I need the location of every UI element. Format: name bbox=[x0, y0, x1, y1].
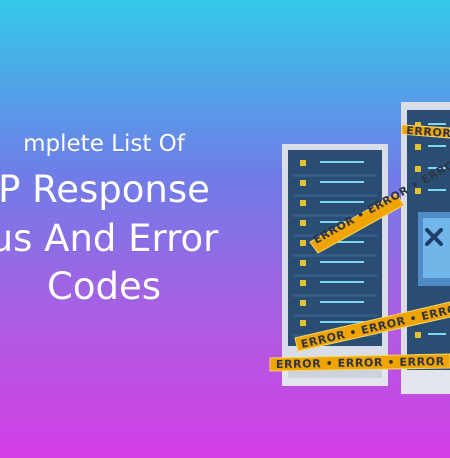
right-server-rack bbox=[401, 102, 450, 394]
headline-line-3: us And Error bbox=[0, 216, 219, 260]
hero-banner: mplete List Of P Response us And Error C… bbox=[0, 0, 450, 458]
headline: mplete List Of P Response us And Error C… bbox=[0, 131, 254, 309]
headline-line-1: mplete List Of bbox=[23, 131, 185, 157]
headline-line-4: Codes bbox=[47, 265, 161, 309]
headline-line-2: P Response bbox=[0, 168, 210, 212]
server-rack-icon: ERROR • ERROR • ERROR • ERROR • ERROR ER… bbox=[269, 94, 450, 394]
